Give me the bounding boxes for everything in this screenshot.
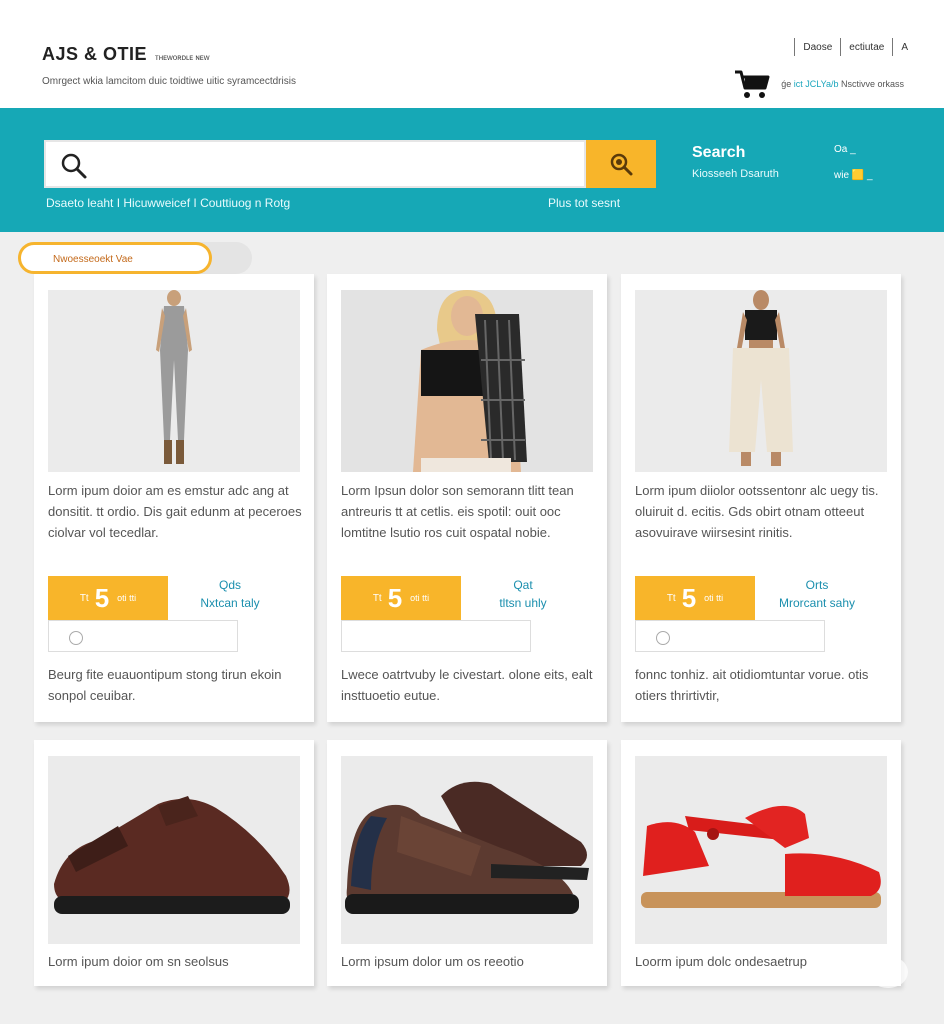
search-icon: [61, 153, 87, 179]
search-subtitle[interactable]: Kiosseeh Dsaruth: [692, 168, 779, 180]
search-title: Search: [692, 144, 746, 161]
slider-handle[interactable]: [656, 631, 670, 645]
product-image[interactable]: [635, 290, 887, 472]
site-logo[interactable]: AJS & OTIE ᴛʜᴇᴡᴏʀᴅʟᴇ ɴᴇᴡ: [42, 44, 210, 65]
quantity-slider[interactable]: [341, 620, 531, 652]
product-image[interactable]: [341, 290, 593, 472]
divider: [794, 38, 796, 56]
cart-text-highlight: ict JCLYa/b: [793, 79, 839, 89]
top-link-3[interactable]: A: [901, 42, 908, 53]
shipping-line-1: Qat: [513, 578, 533, 592]
red-sandal-image: [635, 756, 887, 944]
product-details: fonnc tonhiz. ait otidiomtuntar vorue. o…: [635, 667, 869, 703]
shipping-info[interactable]: Qat tltsn uhly: [463, 576, 583, 612]
logo-text: AJS & OTIE: [42, 44, 148, 64]
price-value: 5: [387, 582, 403, 613]
logo-subtext: ᴛʜᴇᴡᴏʀᴅʟᴇ ɴᴇᴡ: [155, 53, 210, 62]
shipping-line-2: tltsn uhly: [499, 596, 547, 610]
shipping-line-1: Orts: [805, 578, 829, 592]
price-currency: Tt: [372, 592, 382, 604]
account-shortcut[interactable]: Oa _: [834, 144, 856, 155]
sort-toggle[interactable]: Nwoesseoekt Vae: [18, 242, 252, 274]
scroll-to-top-button[interactable]: [868, 956, 908, 988]
price-suffix: oti tti: [704, 593, 724, 603]
search-box: [44, 140, 586, 188]
woman-black-top-scarf-image: [341, 290, 593, 472]
divider: [840, 38, 842, 56]
product-card[interactable]: Lorm ipsum dolor um os reeotio: [327, 740, 607, 986]
product-description: Lorm ipum doior om sn seolsus: [48, 954, 229, 969]
shipping-line-2: Nxtcan taly: [200, 596, 260, 610]
top-link-1[interactable]: Daose: [803, 42, 832, 53]
price-suffix: oti tti: [410, 593, 430, 603]
top-link-2[interactable]: ectiutae: [849, 42, 884, 53]
product-image[interactable]: [48, 290, 300, 472]
search-button[interactable]: [586, 140, 656, 188]
brown-navy-slip-on-image: [341, 756, 593, 944]
brown-slingback-shoe-image: [48, 756, 300, 944]
product-card[interactable]: Lorm ipum doior om sn seolsus: [34, 740, 314, 986]
cart-text-b: Nsctivve orkass: [840, 79, 904, 89]
woman-black-top-cream-pants-image: [635, 290, 887, 472]
price-value: 5: [681, 582, 697, 613]
cart-icon[interactable]: [733, 68, 771, 100]
top-links: Daose ectiutae A: [786, 38, 908, 56]
product-card[interactable]: Lorm ipum doior am es emstur adc ang at …: [34, 274, 314, 722]
product-image[interactable]: [635, 756, 887, 944]
product-card[interactable]: Lorm ipum diiolor ootssentonr alc uegy t…: [621, 274, 901, 722]
price-suffix: oti tti: [117, 593, 137, 603]
price-value: 5: [94, 582, 110, 613]
product-description: Lorm Ipsun dolor son semorann tlitt tean…: [341, 483, 574, 540]
quantity-slider[interactable]: [635, 620, 825, 652]
cart-text-a: ǵe: [781, 79, 792, 89]
product-card[interactable]: Loorm ipum dolc ondesaetrup: [621, 740, 901, 986]
price-badge: Tt 5 oti tti: [341, 576, 461, 620]
sort-label: Nwoesseoekt Vae: [18, 242, 212, 274]
product-description: Lorm ipum doior am es emstur adc ang at …: [48, 483, 302, 540]
product-image[interactable]: [341, 756, 593, 944]
price-currency: Tt: [79, 592, 89, 604]
search-icon: [610, 153, 633, 176]
quantity-slider[interactable]: [48, 620, 238, 652]
product-card[interactable]: Lorm Ipsun dolor son semorann tlitt tean…: [327, 274, 607, 722]
product-description: Lorm ipum diiolor ootssentonr alc uegy t…: [635, 483, 879, 540]
divider: [892, 38, 894, 56]
site-tagline: Omrgect wkia lamcitom duic toidtiwe uiti…: [42, 76, 296, 87]
product-details: Lwece oatrtvuby le civestart. olone eits…: [341, 667, 593, 703]
shipping-line-2: Mrorcant sahy: [778, 596, 856, 610]
shipping-line-1: Qds: [218, 578, 241, 592]
cart-summary[interactable]: ǵe ict JCLYa/b Nsctivve orkass: [781, 79, 904, 89]
product-description: Lorm ipsum dolor um os reeotio: [341, 954, 524, 969]
promo-link[interactable]: Plus tot sesnt: [548, 196, 620, 210]
price-badge: Tt 5 oti tti: [48, 576, 168, 620]
search-banner: Dsaeto leaht I Hicuwweicef I Couttiuog n…: [0, 108, 944, 232]
slider-handle[interactable]: [69, 631, 83, 645]
shipping-info[interactable]: Qds Nxtcan taly: [170, 576, 290, 612]
price-currency: Tt: [666, 592, 676, 604]
cart-area: ǵe ict JCLYa/b Nsctivve orkass: [733, 68, 904, 100]
search-input[interactable]: [98, 150, 578, 178]
product-image[interactable]: [48, 756, 300, 944]
site-header: AJS & OTIE ᴛʜᴇᴡᴏʀᴅʟᴇ ɴᴇᴡ Omrgect wkia la…: [0, 0, 944, 108]
product-description: Loorm ipum dolc ondesaetrup: [635, 954, 807, 969]
shipping-info[interactable]: Orts Mrorcant sahy: [757, 576, 877, 612]
wishlist-shortcut[interactable]: wie 🟨 _: [834, 170, 873, 181]
product-details: Beurg fite euauontipum stong tirun ekoin…: [48, 667, 282, 703]
price-badge: Tt 5 oti tti: [635, 576, 755, 620]
woman-grey-jumpsuit-image: [48, 290, 300, 472]
category-links[interactable]: Dsaeto leaht I Hicuwweicef I Couttiuog n…: [46, 196, 290, 210]
